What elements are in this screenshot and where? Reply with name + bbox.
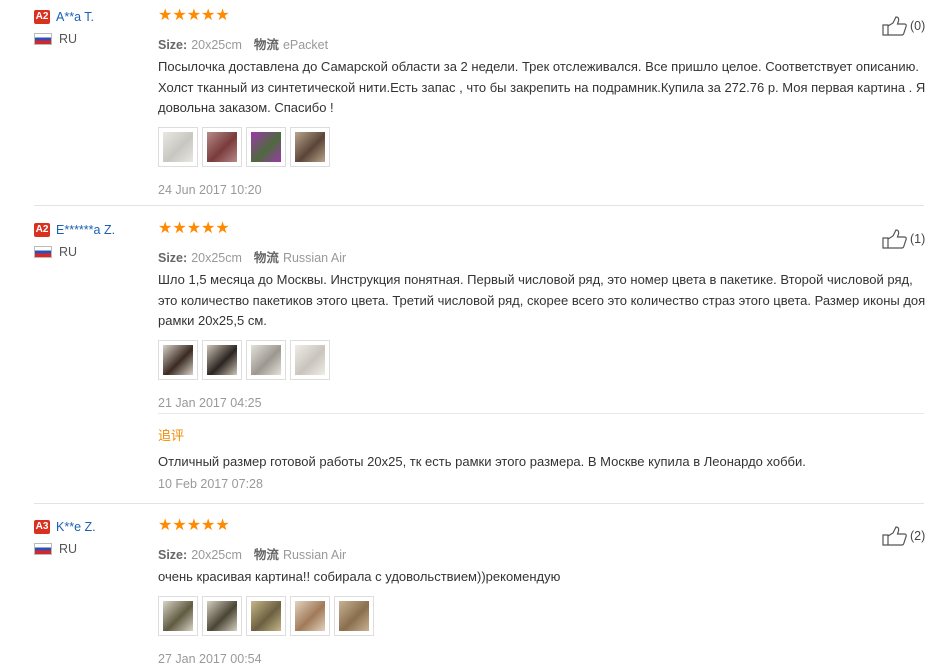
review-photo-thumbnail[interactable] [202,339,242,380]
order-info: Size: 20x25cm 物流 ePacket [158,34,928,52]
reviewer-country: RU [34,243,77,261]
review-photo-thumbnail[interactable] [158,339,198,380]
review-photo-thumbnail[interactable] [246,595,286,636]
reviewer-info: A2 E******a Z. RU [34,221,115,259]
helpful-button[interactable]: (2) [882,526,925,546]
follow-up-date: 10 Feb 2017 07:28 [158,477,263,491]
review-content: ★★★★★ Size: 20x25cm 物流 ePacket Посылочка до… [158,8,928,197]
helpful-count: (2) [910,529,926,543]
review-divider [34,205,924,206]
review-date: 24 Jun 2017 10:20 [158,182,262,197]
order-info: Size: 20x25cm 物流 Russian Air [158,247,928,265]
flag-ru-icon [34,32,52,45]
shipping-label: 物流 [253,548,279,562]
star-rating: ★★★★★ [158,220,230,237]
review-photo-thumbnail[interactable] [290,595,330,636]
star-rating: ★★★★★ [158,7,230,24]
size-label: Size: [158,251,188,265]
review-photo-thumbnail[interactable] [158,595,198,636]
review-divider [34,503,924,504]
shipping-value: ePacket [282,38,329,52]
thumbs-up-icon [882,229,907,249]
size-value: 20x25cm [191,548,242,562]
helpful-button[interactable]: (1) [882,229,925,249]
shipping-value: Russian Air [282,548,347,562]
review-text: Шло 1,5 месяца до Москвы. Инструкция пон… [158,272,926,328]
review-photo-thumbnail[interactable] [202,126,242,167]
shipping-label: 物流 [253,38,279,52]
review-date: 21 Jan 2017 04:25 [158,395,262,410]
review-photo-thumbnail[interactable] [202,595,242,636]
flag-ru-icon [34,542,52,555]
follow-up-text: Отличный размер готовой работы 20x25, тк… [158,454,806,469]
review-photos [158,339,928,382]
shipping-value: Russian Air [282,251,347,265]
helpful-count: (0) [910,19,926,33]
country-code: RU [59,541,78,556]
reviewer-country: RU [34,540,77,558]
country-code: RU [59,244,78,259]
helpful-button[interactable]: (0) [882,16,925,36]
thumbs-up-icon [882,16,907,36]
review-date: 27 Jan 2017 00:54 [158,651,262,666]
reviewer-country: RU [34,30,77,48]
star-rating: ★★★★★ [158,517,230,534]
review-photo-thumbnail[interactable] [158,126,198,167]
reviewer-name[interactable]: A**a T. [56,10,94,24]
size-label: Size: [158,38,188,52]
size-label: Size: [158,548,188,562]
order-info: Size: 20x25cm 物流 Russian Air [158,544,928,562]
review-photo-thumbnail[interactable] [334,595,374,636]
reviewer-name[interactable]: K**e Z. [56,520,96,534]
helpful-count: (1) [910,232,926,246]
follow-up-title: 追评 [158,428,185,443]
thumbs-up-icon [882,526,907,546]
country-code: RU [59,31,78,46]
reviewer-info: A2 A**a T. RU [34,8,94,46]
reviewer-name[interactable]: E******a Z. [56,223,115,237]
review-text: Посылочка доставлена до Самарской област… [158,59,926,115]
review-content: ★★★★★ Size: 20x25cm 物流 Russian Air очень кр… [158,518,928,666]
review-photo-thumbnail[interactable] [290,339,330,380]
review-photo-thumbnail[interactable] [246,126,286,167]
review-photo-thumbnail[interactable] [246,339,286,380]
review-photos [158,595,928,638]
review-content: ★★★★★ Size: 20x25cm 物流 Russian Air Шло 1,5 … [158,221,928,410]
review-text: очень красивая картина!! собирала с удов… [158,569,561,584]
buyer-level-badge: A3 [34,519,50,534]
buyer-level-badge: A2 [34,9,50,24]
reviewer-info: A3 K**e Z. RU [34,518,96,556]
append-divider [158,413,924,414]
shipping-label: 物流 [253,251,279,265]
review-photos [158,126,928,169]
size-value: 20x25cm [191,251,242,265]
review-photo-thumbnail[interactable] [290,126,330,167]
buyer-level-badge: A2 [34,222,50,237]
flag-ru-icon [34,245,52,258]
size-value: 20x25cm [191,38,242,52]
